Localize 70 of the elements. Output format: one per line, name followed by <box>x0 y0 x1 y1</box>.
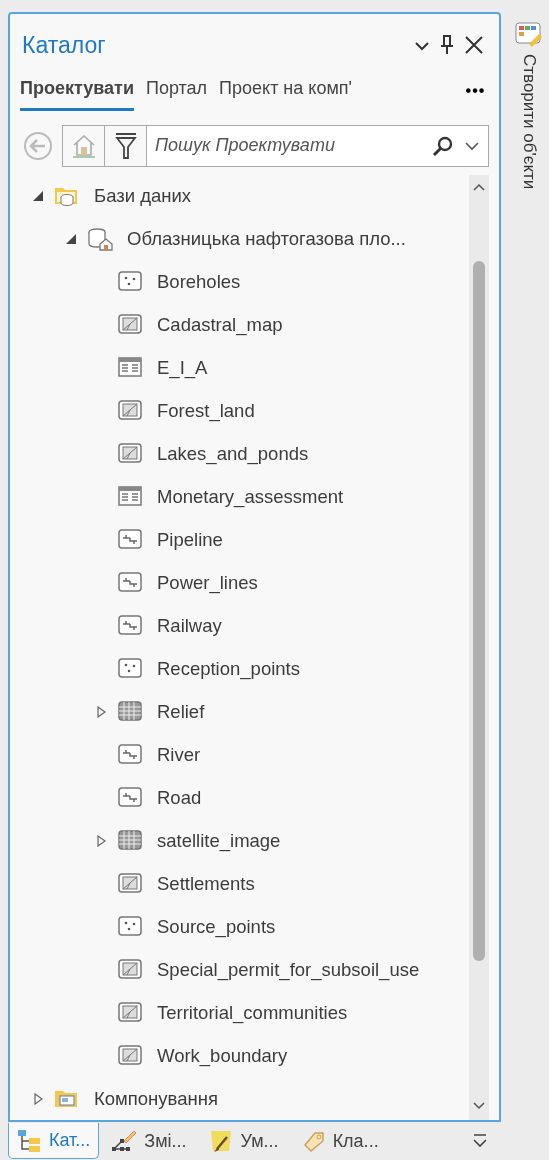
catalog-tab[interactable]: Портал <box>145 74 208 111</box>
collapsed-triangle-icon <box>95 706 107 718</box>
tree-item[interactable]: Lakes_and_ponds <box>113 440 309 468</box>
grid-icon <box>117 700 143 724</box>
dock-tab[interactable]: Кла... <box>291 1123 388 1159</box>
tree-item[interactable]: E_I_A <box>113 354 208 382</box>
tree-item[interactable]: Territorial_communities <box>113 999 348 1027</box>
tree-item[interactable]: Pipeline <box>113 526 223 554</box>
tree-item[interactable]: Cadastral_map <box>113 311 283 339</box>
collapsed-triangle-icon <box>95 835 107 847</box>
tree-item[interactable]: Work_boundary <box>113 1042 288 1070</box>
scroll-up-icon <box>473 182 486 191</box>
dots-icon <box>117 657 143 681</box>
tree-item[interactable]: Компонування <box>50 1085 218 1113</box>
tree-item[interactable]: Railway <box>113 612 222 640</box>
side-panel-tab[interactable]: Створити об'єкти <box>516 54 542 190</box>
overflow-chevron-icon <box>472 1133 489 1150</box>
database-house-icon <box>87 227 113 251</box>
tree-item[interactable]: Бази даних <box>50 182 192 210</box>
pin-icon <box>440 34 455 57</box>
more-button[interactable]: ••• <box>461 78 490 111</box>
scrollbar[interactable] <box>469 174 490 1120</box>
tree-item[interactable]: Settlements <box>113 870 255 898</box>
dock-tab[interactable]: Змі... <box>103 1123 196 1159</box>
tree-item[interactable]: Forest_land <box>113 397 255 425</box>
polygon-icon <box>117 872 143 896</box>
catalog-tab[interactable]: Проект на комп' <box>219 74 352 111</box>
tree-item[interactable]: Power_lines <box>113 569 258 597</box>
tree-item[interactable]: satellite_image <box>113 827 281 855</box>
polygon-icon <box>117 1001 143 1025</box>
grid-icon <box>117 829 143 853</box>
brush-icon <box>208 1129 233 1153</box>
tree-item[interactable]: Boreholes <box>113 268 241 296</box>
tree-item[interactable]: River <box>113 741 201 769</box>
search-field[interactable]: Пошук Проектувати <box>146 124 490 167</box>
tree-item[interactable]: Monetary_assessment <box>113 483 344 511</box>
catalog-tree-icon <box>17 1128 41 1153</box>
edit-vertices-icon <box>112 1129 137 1153</box>
pane-title: Каталог <box>22 31 106 60</box>
expanded-triangle-icon <box>32 190 44 202</box>
table-icon <box>117 485 143 509</box>
tree-item[interactable]: Special_permit_for_subsoil_use <box>113 956 420 984</box>
chevron-down-icon <box>464 141 481 152</box>
chevron-down-icon <box>414 41 431 51</box>
tree-item[interactable]: Облазницька нафтогазова пло... <box>83 225 406 253</box>
dock-tab[interactable]: Кат... <box>8 1123 100 1159</box>
dots-icon <box>117 915 143 939</box>
collapsed-triangle-icon <box>32 1093 44 1105</box>
tree-item[interactable]: Reception_points <box>113 655 300 683</box>
polygon-icon <box>117 313 143 337</box>
table-icon <box>117 356 143 380</box>
search-icon <box>432 134 455 157</box>
tree-item[interactable]: Source_points <box>113 913 276 941</box>
filter-icon <box>114 131 137 160</box>
home-icon <box>70 132 97 159</box>
polygon-icon <box>117 442 143 466</box>
catalog-tab[interactable]: Проектувати <box>20 74 134 111</box>
polygon-icon <box>117 958 143 982</box>
expanded-triangle-icon <box>65 233 77 245</box>
close-icon <box>464 35 485 56</box>
dots-icon <box>117 270 143 294</box>
tree-item[interactable]: Road <box>113 784 202 812</box>
tree-item[interactable]: Relief <box>113 698 205 726</box>
dock-tab[interactable]: Ум... <box>199 1123 288 1159</box>
polygon-icon <box>117 1044 143 1068</box>
scroll-down-icon <box>473 1102 486 1110</box>
scroll-thumb[interactable] <box>473 260 486 961</box>
polygon-icon <box>117 399 143 423</box>
filter-button[interactable] <box>104 124 146 167</box>
create-features-icon <box>515 22 544 48</box>
